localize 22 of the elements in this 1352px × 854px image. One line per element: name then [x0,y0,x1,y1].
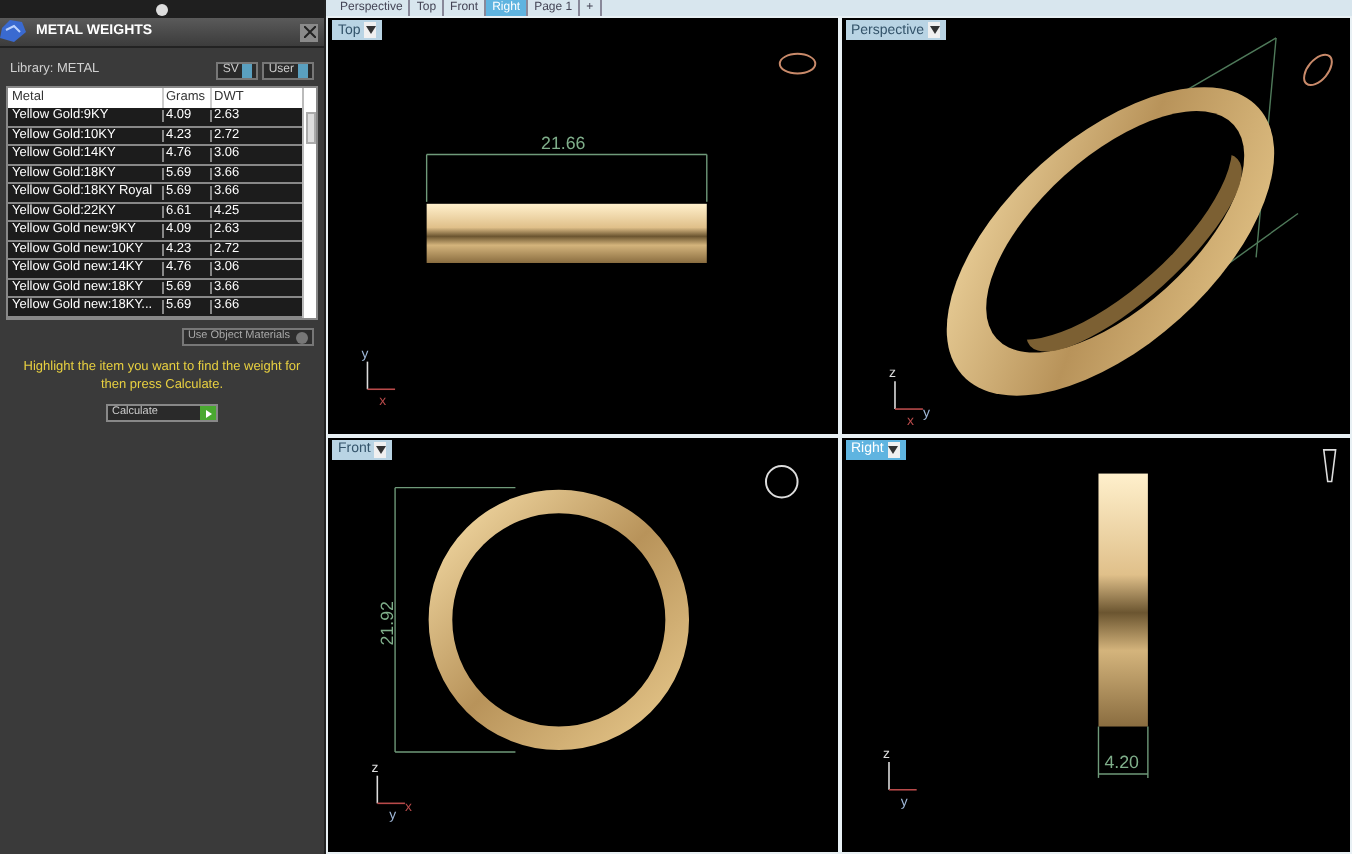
ring-navigator-icon[interactable] [778,52,817,75]
axis-icon [887,760,917,790]
axis-icon [893,380,923,410]
dimension-label: 4.20 [1103,751,1138,771]
close-icon [303,26,315,38]
dropdown-caret-icon [374,441,387,457]
axis-icon [376,773,406,804]
scrollbar[interactable] [302,88,316,318]
dimension-label: 21.66 [541,132,586,153]
play-icon [200,406,216,420]
dropdown-caret-icon [887,441,900,457]
dropdown-caret-icon [364,22,377,38]
ring-navigator-icon[interactable] [1302,53,1332,87]
splitter-handle-icon[interactable] [156,3,168,15]
axis-icon [366,360,396,391]
dimension-label: 21.92 [377,600,398,645]
close-button[interactable] [300,23,318,41]
dropdown-caret-icon [928,22,941,38]
gem-logo-icon [0,20,28,44]
dimension-line [1096,724,1148,778]
toggle-icon [296,331,308,343]
scroll-thumb[interactable] [305,112,315,144]
